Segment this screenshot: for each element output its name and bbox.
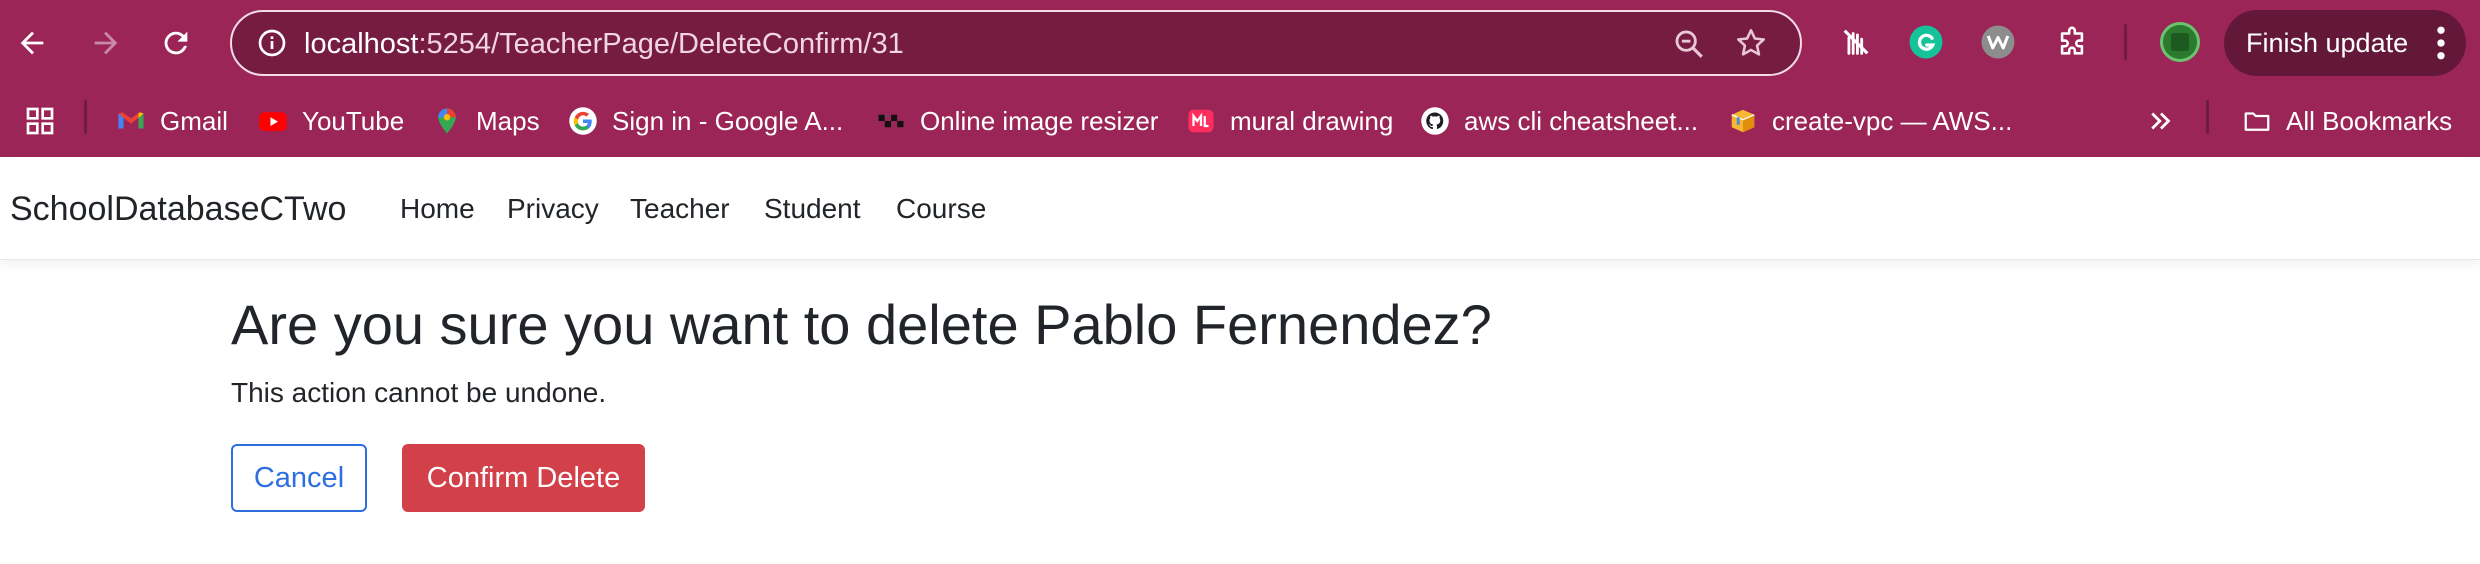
bookmark-youtube[interactable]: YouTube [258, 101, 404, 141]
zoom-icon[interactable] [1672, 27, 1706, 61]
w-extension-icon [1981, 25, 2015, 59]
url-host: localhost [304, 28, 419, 60]
bookmark-label: aws cli cheatsheet... [1464, 106, 1699, 136]
url-path: :5254/TeacherPage/DeleteConfirm/31 [418, 28, 904, 60]
bookmark-label: create-vpc — AWS... [1772, 106, 2013, 136]
all-bookmarks-label: All Bookmarks [2286, 106, 2453, 136]
google-icon [568, 106, 598, 136]
bookmark-aws-cli[interactable]: aws cli cheatsheet... [1420, 101, 1698, 141]
extension-no-tracking[interactable] [1836, 22, 1876, 62]
bookmark-gmail[interactable]: Gmail [116, 101, 228, 141]
url-text[interactable]: localhost:5254/TeacherPage/DeleteConfirm… [304, 26, 904, 62]
extensions-button[interactable] [2052, 22, 2092, 62]
bookmark-google-signin[interactable]: Sign in - Google A... [568, 101, 843, 141]
arrow-left-icon [20, 31, 44, 55]
nav-link-teacher[interactable]: Teacher [630, 192, 730, 226]
grammarly-icon [1909, 25, 1943, 59]
resizer-icon [876, 106, 906, 136]
confirm-delete-button[interactable]: Confirm Delete [402, 444, 645, 512]
finish-update-label: Finish update [2246, 28, 2409, 58]
bookmarks-divider-right [2206, 100, 2209, 134]
nav-link-privacy[interactable]: Privacy [507, 192, 599, 226]
page-title: Are you sure you want to delete Pablo Fe… [231, 293, 1492, 356]
address-bar[interactable]: localhost:5254/TeacherPage/DeleteConfirm… [230, 10, 1802, 76]
bookmark-label: Online image resizer [920, 106, 1159, 136]
nav-link-course[interactable]: Course [896, 192, 986, 226]
bookmark-label: mural drawing [1230, 106, 1394, 136]
youtube-icon [258, 106, 288, 136]
arrow-right-icon [94, 31, 118, 55]
mural-icon [1186, 106, 1216, 136]
folder-icon [2242, 106, 2272, 136]
more-menu-icon [2437, 26, 2445, 60]
cancel-button[interactable]: Cancel [231, 444, 367, 512]
forward-button[interactable] [82, 19, 130, 67]
github-icon [1420, 106, 1450, 136]
bookmark-star-icon[interactable] [1734, 26, 1768, 60]
bookmark-image-resizer[interactable]: Online image resizer [876, 101, 1158, 141]
browser-chrome: localhost:5254/TeacherPage/DeleteConfirm… [0, 0, 2480, 157]
bookmark-maps[interactable]: Maps [432, 101, 540, 141]
no-hand-icon [1843, 29, 1869, 55]
bookmarks-items: Gmail YouTube Maps Sign in - Google A...… [0, 87, 2480, 157]
site-info-icon[interactable] [256, 27, 288, 59]
back-button[interactable] [8, 19, 56, 67]
aws-box-icon [1728, 106, 1758, 136]
browser-toolbar: localhost:5254/TeacherPage/DeleteConfirm… [0, 0, 2480, 87]
gmail-icon [116, 106, 146, 136]
bookmark-label: Gmail [160, 106, 228, 136]
extension-w[interactable] [1978, 22, 2018, 62]
warning-text: This action cannot be undone. [231, 377, 607, 408]
chevron-double-right-icon [2151, 112, 2171, 130]
bookmark-label: YouTube [302, 106, 405, 136]
puzzle-icon [2060, 26, 2084, 55]
toolbar-divider [2124, 24, 2127, 60]
maps-icon [432, 106, 462, 136]
nav-link-student[interactable]: Student [764, 192, 861, 226]
reload-button[interactable] [152, 19, 200, 67]
profile-avatar[interactable] [2160, 22, 2200, 62]
site-navbar: SchoolDatabaseCTwo Home Privacy Teacher … [0, 157, 2480, 260]
nav-link-home[interactable]: Home [400, 192, 475, 226]
site-brand-link[interactable]: SchoolDatabaseCTwo [10, 189, 346, 229]
bookmark-label: Maps [476, 106, 540, 136]
all-bookmarks-button[interactable]: All Bookmarks [2242, 101, 2452, 141]
extension-grammarly[interactable] [1906, 22, 1946, 62]
bookmark-mural-drawing[interactable]: mural drawing [1186, 101, 1393, 141]
finish-update-button[interactable]: Finish update [2224, 10, 2466, 76]
reload-icon [164, 31, 188, 55]
bookmark-create-vpc[interactable]: create-vpc — AWS... [1728, 101, 2012, 141]
bookmark-label: Sign in - Google A... [612, 106, 844, 136]
bookmarks-overflow-button[interactable] [2146, 101, 2176, 141]
